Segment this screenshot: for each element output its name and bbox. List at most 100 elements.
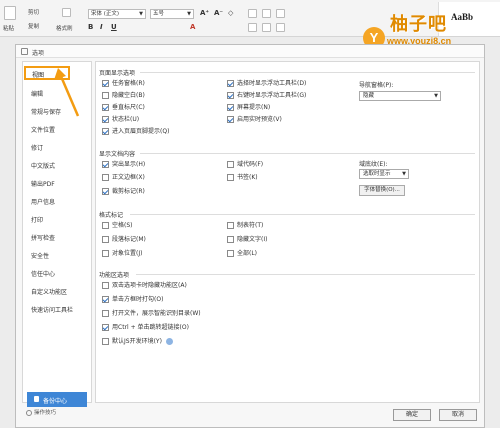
- option-text-border[interactable]: 正文边框(X): [102, 174, 145, 182]
- cut-button[interactable]: 剪切: [28, 8, 39, 16]
- option-label: 任务窗格(R): [112, 80, 145, 87]
- indent-icon[interactable]: [276, 9, 285, 18]
- option-bookmarks[interactable]: 书签(K): [227, 174, 258, 182]
- sidebar-item-print[interactable]: 打印: [31, 215, 43, 224]
- list-icon[interactable]: [248, 9, 257, 18]
- underline-icon[interactable]: U: [111, 23, 117, 31]
- option-all-marks[interactable]: 全部(L): [227, 250, 257, 258]
- option-default-js-env[interactable]: 默认JS开发环境(Y): [102, 338, 173, 346]
- option-hide-ribbon-dblclick[interactable]: 双击选项卡时隐藏功能区(A): [102, 282, 187, 290]
- checkbox-icon[interactable]: [102, 174, 109, 181]
- checkbox-icon[interactable]: [102, 338, 109, 345]
- checkbox-icon[interactable]: [102, 324, 109, 331]
- checkbox-icon[interactable]: [102, 80, 109, 87]
- font-color-icon[interactable]: A: [190, 23, 195, 31]
- nav-pane-label: 导航窗格(P):: [359, 82, 394, 89]
- bold-icon[interactable]: B: [88, 23, 93, 31]
- option-float-toolbar-rightclick[interactable]: 右键时显示浮动工具栏(G): [227, 92, 306, 100]
- checkbox-icon[interactable]: [102, 282, 109, 289]
- section-divider: [136, 274, 475, 275]
- checkbox-icon[interactable]: [102, 128, 109, 135]
- checkbox-icon[interactable]: [227, 80, 234, 87]
- style-gallery[interactable]: AaBb: [438, 2, 500, 36]
- sidebar-item-file-location[interactable]: 文件位置: [31, 125, 55, 134]
- option-field-codes[interactable]: 域代码(F): [227, 161, 263, 169]
- option-live-preview[interactable]: 启用实时预览(V): [227, 116, 282, 124]
- option-highlight[interactable]: 突出显示(H): [102, 161, 145, 169]
- checkbox-icon[interactable]: [227, 92, 234, 99]
- sidebar-item-chinese-layout[interactable]: 中文版式: [31, 161, 55, 170]
- checkbox-icon[interactable]: [102, 104, 109, 111]
- ok-button[interactable]: 确定: [393, 409, 431, 421]
- sidebar-item-spell-check[interactable]: 拼写检查: [31, 233, 55, 242]
- option-label: 域代码(F): [237, 161, 264, 168]
- checkbox-icon[interactable]: [102, 188, 109, 195]
- cancel-button[interactable]: 取消: [439, 409, 477, 421]
- sidebar-item-user-info[interactable]: 用户信息: [31, 197, 55, 206]
- checkbox-icon[interactable]: [102, 161, 109, 168]
- checkbox-icon[interactable]: [102, 116, 109, 123]
- format-painter-button[interactable]: 格式刷: [56, 24, 73, 32]
- option-click-box-check[interactable]: 单击方框时打勾(O): [102, 296, 163, 304]
- option-hide-blank[interactable]: 隐藏空白(B): [102, 92, 145, 100]
- option-ctrl-click-link[interactable]: 用Ctrl + 单击跳转超链接(O): [102, 324, 189, 332]
- checkbox-icon[interactable]: [102, 222, 109, 229]
- clear-format-icon[interactable]: ◇: [228, 9, 233, 17]
- checkbox-icon[interactable]: [227, 250, 234, 257]
- section-divider: [130, 214, 475, 215]
- format-painter-icon[interactable]: [62, 8, 71, 17]
- option-spaces[interactable]: 空格(S): [102, 222, 133, 230]
- grow-font-icon[interactable]: A⁺: [200, 9, 209, 17]
- option-screen-tips[interactable]: 屏幕提示(N): [227, 104, 270, 112]
- checkbox-icon[interactable]: [102, 296, 109, 303]
- sidebar-item-security[interactable]: 安全性: [31, 251, 49, 260]
- option-smart-toc[interactable]: 打开文件，展示智能识别目录(W): [102, 310, 201, 318]
- option-vertical-ruler[interactable]: 垂直标尺(C): [102, 104, 145, 112]
- option-label: 隐藏空白(B): [112, 92, 145, 99]
- nav-pane-select[interactable]: 隐藏 ▼: [359, 91, 441, 101]
- option-header-footer-tip[interactable]: 进入页眉页脚提示(Q): [102, 128, 169, 136]
- font-name-select[interactable]: 宋体 (正文) ▼: [88, 9, 146, 19]
- sidebar-item-trust-center[interactable]: 信任中心: [31, 269, 55, 278]
- field-shading-select[interactable]: 选取时显示 ▼: [359, 169, 409, 179]
- sidebar-item-revision[interactable]: 修订: [31, 143, 43, 152]
- checkbox-icon[interactable]: [227, 236, 234, 243]
- shrink-font-icon[interactable]: A⁻: [214, 9, 223, 17]
- paste-icon[interactable]: [4, 6, 16, 20]
- option-status-bar[interactable]: 状态栏(U): [102, 116, 139, 124]
- checkbox-icon[interactable]: [227, 116, 234, 123]
- option-task-pane[interactable]: 任务窗格(R): [102, 80, 145, 88]
- checkbox-icon[interactable]: [227, 104, 234, 111]
- align-right-icon[interactable]: [276, 23, 285, 32]
- option-paragraph-marks[interactable]: 段落标记(M): [102, 236, 146, 244]
- checkbox-icon[interactable]: [102, 236, 109, 243]
- option-hidden-text[interactable]: 隐藏文字(I): [227, 236, 267, 244]
- copy-button[interactable]: 复制: [28, 22, 39, 30]
- checkbox-icon[interactable]: [227, 161, 234, 168]
- option-tab-chars[interactable]: 制表符(T): [227, 222, 263, 230]
- paste-button[interactable]: 粘贴: [3, 24, 14, 32]
- options-main-panel: 页面显示选项 任务窗格(R) 隐藏空白(B) 垂直标尺(C) 状态栏(U) 进入…: [95, 61, 480, 403]
- align-left-icon[interactable]: [248, 23, 257, 32]
- sidebar-item-edit[interactable]: 编辑: [31, 89, 43, 98]
- checkbox-icon[interactable]: [227, 222, 234, 229]
- sidebar-item-quick-access[interactable]: 快速访问工具栏: [31, 305, 73, 314]
- help-icon[interactable]: [165, 338, 173, 345]
- font-size-select[interactable]: 五号 ▼: [150, 9, 194, 19]
- backup-center-button[interactable]: 备份中心: [27, 392, 87, 407]
- font-size-value: 五号: [153, 11, 165, 17]
- checkbox-icon[interactable]: [102, 92, 109, 99]
- checkbox-icon[interactable]: [102, 250, 109, 257]
- italic-icon[interactable]: I: [100, 23, 103, 31]
- align-center-icon[interactable]: [262, 23, 271, 32]
- numbered-list-icon[interactable]: [262, 9, 271, 18]
- operation-tips-link[interactable]: 操作技巧: [26, 408, 56, 416]
- checkbox-icon[interactable]: [102, 310, 109, 317]
- sidebar-item-output-pdf[interactable]: 输出PDF: [31, 179, 55, 188]
- option-crop-marks[interactable]: 裁剪标记(R): [102, 188, 145, 196]
- option-float-toolbar-select[interactable]: 选择时显示浮动工具栏(D): [227, 80, 306, 88]
- checkbox-icon[interactable]: [227, 174, 234, 181]
- sidebar-item-custom-ribbon[interactable]: 自定义功能区: [31, 287, 67, 296]
- font-substitution-button[interactable]: 字体替换(O)...: [359, 185, 405, 196]
- option-object-anchors[interactable]: 对象位置(J): [102, 250, 142, 258]
